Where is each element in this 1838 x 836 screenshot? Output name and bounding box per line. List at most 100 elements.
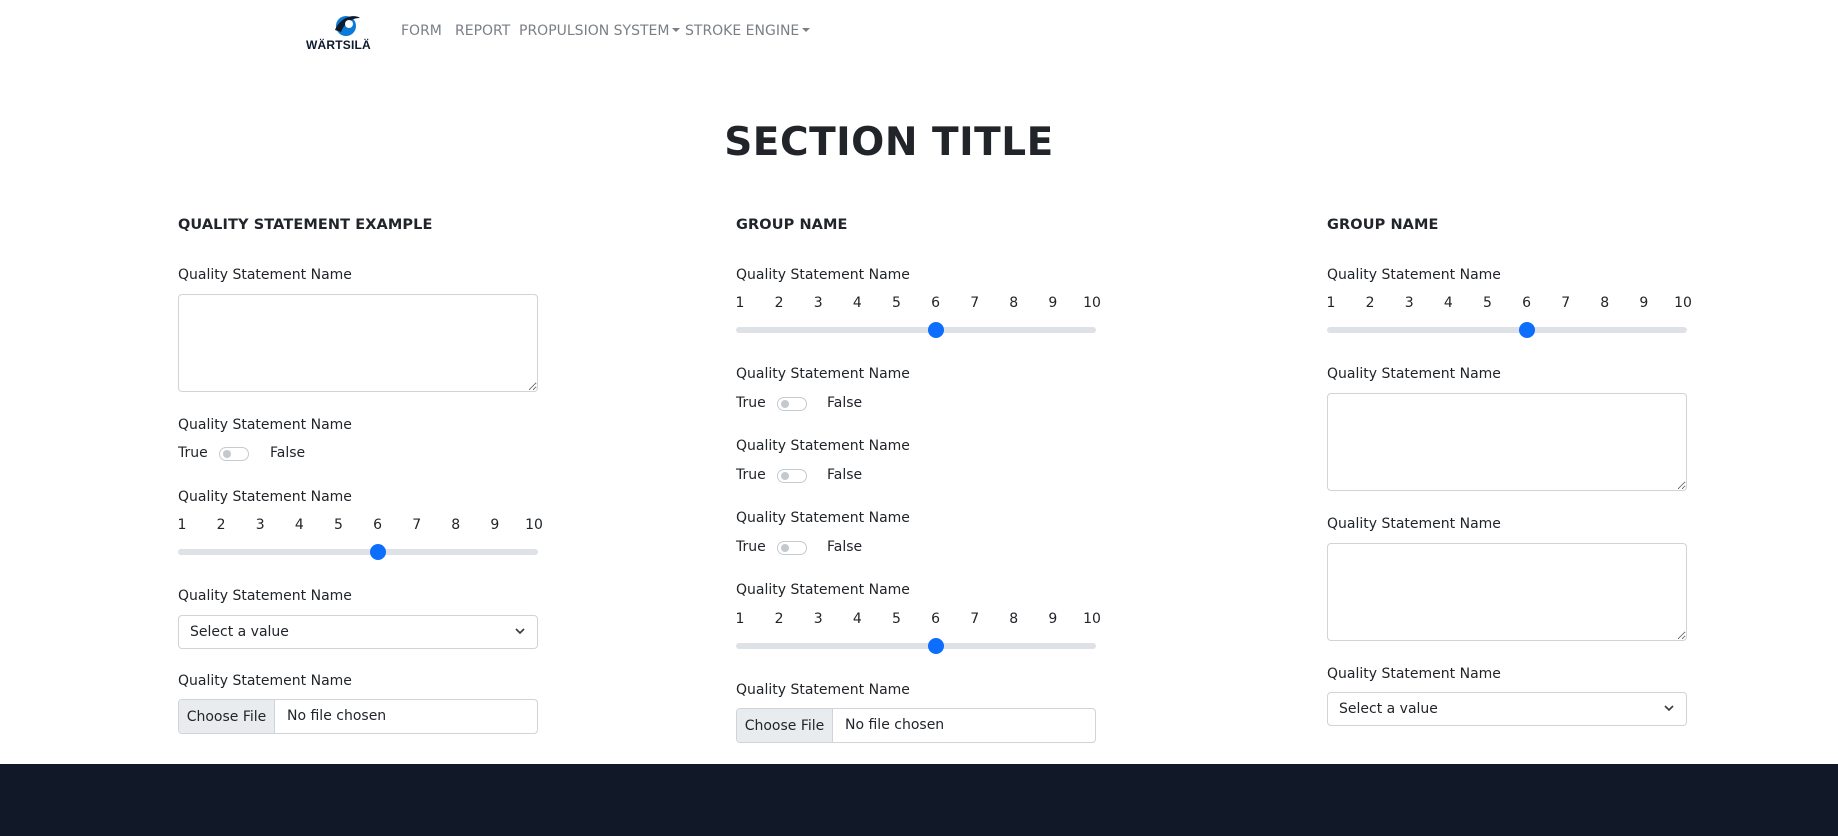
slider-tick-label: 2 xyxy=(216,517,226,533)
footer xyxy=(0,764,1838,836)
field-label: Quality Statement Name xyxy=(178,417,352,433)
field-label: Quality Statement Name xyxy=(736,682,910,698)
slider-tick-label: 1 xyxy=(177,517,187,533)
slider-tick-label: 7 xyxy=(970,295,980,311)
slider-track[interactable] xyxy=(736,322,1096,338)
toggle-true-label: True xyxy=(736,467,766,483)
slider-tick-label: 1 xyxy=(735,295,745,311)
slider-thumb[interactable] xyxy=(1518,322,1535,338)
toggle-switch[interactable] xyxy=(777,469,807,483)
toggle-knob xyxy=(781,472,789,480)
slider-tick-label: 4 xyxy=(1443,295,1453,311)
slider-tick-label: 2 xyxy=(1365,295,1375,311)
field-label: Quality Statement Name xyxy=(1327,516,1501,532)
quality-statement-textarea[interactable] xyxy=(1327,393,1687,491)
slider-track[interactable] xyxy=(178,544,538,560)
slider-tick-label: 4 xyxy=(852,611,862,627)
toggle-switch[interactable] xyxy=(219,447,249,461)
quality-statement-textarea[interactable] xyxy=(178,294,538,392)
slider-tick-label: 6 xyxy=(373,517,383,533)
slider-tick-label: 3 xyxy=(813,295,823,311)
true-false-toggle-row: True False xyxy=(736,539,936,559)
group-column-1: QUALITY STATEMENT EXAMPLE Quality Statem… xyxy=(177,0,543,760)
slider-tick-label: 7 xyxy=(412,517,422,533)
true-false-toggle-row: True False xyxy=(736,395,936,415)
field-label: Quality Statement Name xyxy=(736,267,910,283)
slider-ticks: 1 2 3 4 5 6 7 8 9 10 xyxy=(177,517,543,535)
slider-thumb[interactable] xyxy=(927,638,944,654)
caret-down-icon xyxy=(672,28,681,32)
slider-tick-label: 5 xyxy=(1482,295,1492,311)
slider-tick-label: 7 xyxy=(1561,295,1571,311)
value-select[interactable]: Select a value xyxy=(1327,692,1687,726)
rating-slider: 1 2 3 4 5 6 7 8 9 10 xyxy=(1326,295,1692,341)
slider-tick-label: 10 xyxy=(1674,295,1692,311)
slider-tick-label: 8 xyxy=(451,517,461,533)
slider-tick-label: 1 xyxy=(1326,295,1336,311)
toggle-false-label: False xyxy=(270,445,306,461)
slider-ticks: 1 2 3 4 5 6 7 8 9 10 xyxy=(735,295,1101,313)
select-value: Select a value xyxy=(190,624,289,640)
file-name-text: No file chosen xyxy=(287,708,387,724)
choose-file-button[interactable]: Choose File xyxy=(179,700,275,733)
field-label: Quality Statement Name xyxy=(178,673,352,689)
field-label: Quality Statement Name xyxy=(736,438,910,454)
group-column-3: GROUP NAME Quality Statement Name 1 2 3 4 5 6… xyxy=(1326,0,1692,760)
slider-ticks: 1 2 3 4 5 6 7 8 9 10 xyxy=(1326,295,1692,313)
slider-tick-label: 6 xyxy=(931,295,941,311)
slider-track[interactable] xyxy=(1327,322,1687,338)
group-column-2: GROUP NAME Quality Statement Name 1 2 3 4 5 6… xyxy=(735,0,1101,760)
slider-tick-label: 5 xyxy=(891,611,901,627)
group-title: GROUP NAME xyxy=(736,217,848,233)
slider-tick-label: 8 xyxy=(1600,295,1610,311)
field-label: Quality Statement Name xyxy=(178,489,352,505)
group-title: GROUP NAME xyxy=(1327,217,1439,233)
toggle-false-label: False xyxy=(827,539,863,555)
value-select[interactable]: Select a value xyxy=(178,615,538,649)
nav-item-propulsion-system-label: PROPULSION SYSTEM xyxy=(519,23,670,39)
file-name-text: No file chosen xyxy=(845,717,945,733)
select-value: Select a value xyxy=(1339,701,1438,717)
quality-statement-textarea[interactable] xyxy=(1327,543,1687,641)
slider-tick-label: 9 xyxy=(490,517,500,533)
slider-tick-label: 3 xyxy=(255,517,265,533)
toggle-false-label: False xyxy=(827,467,863,483)
slider-tick-label: 10 xyxy=(1083,295,1101,311)
slider-thumb[interactable] xyxy=(927,322,944,338)
file-input[interactable]: Choose File No file chosen xyxy=(736,708,1096,743)
toggle-knob xyxy=(223,450,231,458)
slider-tick-label: 7 xyxy=(970,611,980,627)
rating-slider: 1 2 3 4 5 6 7 8 9 10 xyxy=(735,611,1101,657)
field-label: Quality Statement Name xyxy=(1327,666,1501,682)
choose-file-button[interactable]: Choose File xyxy=(737,709,833,742)
slider-track[interactable] xyxy=(736,638,1096,654)
slider-tick-label: 2 xyxy=(774,295,784,311)
slider-thumb[interactable] xyxy=(369,544,386,560)
toggle-switch[interactable] xyxy=(777,397,807,411)
rating-slider: 1 2 3 4 5 6 7 8 9 10 xyxy=(735,295,1101,341)
slider-tick-label: 3 xyxy=(813,611,823,627)
group-title: QUALITY STATEMENT EXAMPLE xyxy=(178,217,433,233)
slider-tick-label: 5 xyxy=(891,295,901,311)
slider-tick-label: 9 xyxy=(1639,295,1649,311)
slider-tick-label: 5 xyxy=(333,517,343,533)
slider-tick-label: 6 xyxy=(931,611,941,627)
field-label: Quality Statement Name xyxy=(736,366,910,382)
slider-tick-label: 6 xyxy=(1522,295,1532,311)
true-false-toggle-row: True False xyxy=(178,445,378,465)
slider-tick-label: 8 xyxy=(1009,295,1019,311)
file-input[interactable]: Choose File No file chosen xyxy=(178,699,538,734)
nav-item-propulsion-system[interactable]: PROPULSION SYSTEM xyxy=(519,23,681,39)
rating-slider: 1 2 3 4 5 6 7 8 9 10 xyxy=(177,517,543,563)
slider-tick-label: 3 xyxy=(1404,295,1414,311)
toggle-switch[interactable] xyxy=(777,541,807,555)
slider-tick-label: 8 xyxy=(1009,611,1019,627)
toggle-true-label: True xyxy=(736,539,766,555)
slider-ticks: 1 2 3 4 5 6 7 8 9 10 xyxy=(735,611,1101,629)
slider-tick-label: 1 xyxy=(735,611,745,627)
field-label: Quality Statement Name xyxy=(178,588,352,604)
field-label: Quality Statement Name xyxy=(1327,366,1501,382)
slider-tick-label: 10 xyxy=(1083,611,1101,627)
chevron-down-icon xyxy=(515,628,525,635)
field-label: Quality Statement Name xyxy=(736,510,910,526)
